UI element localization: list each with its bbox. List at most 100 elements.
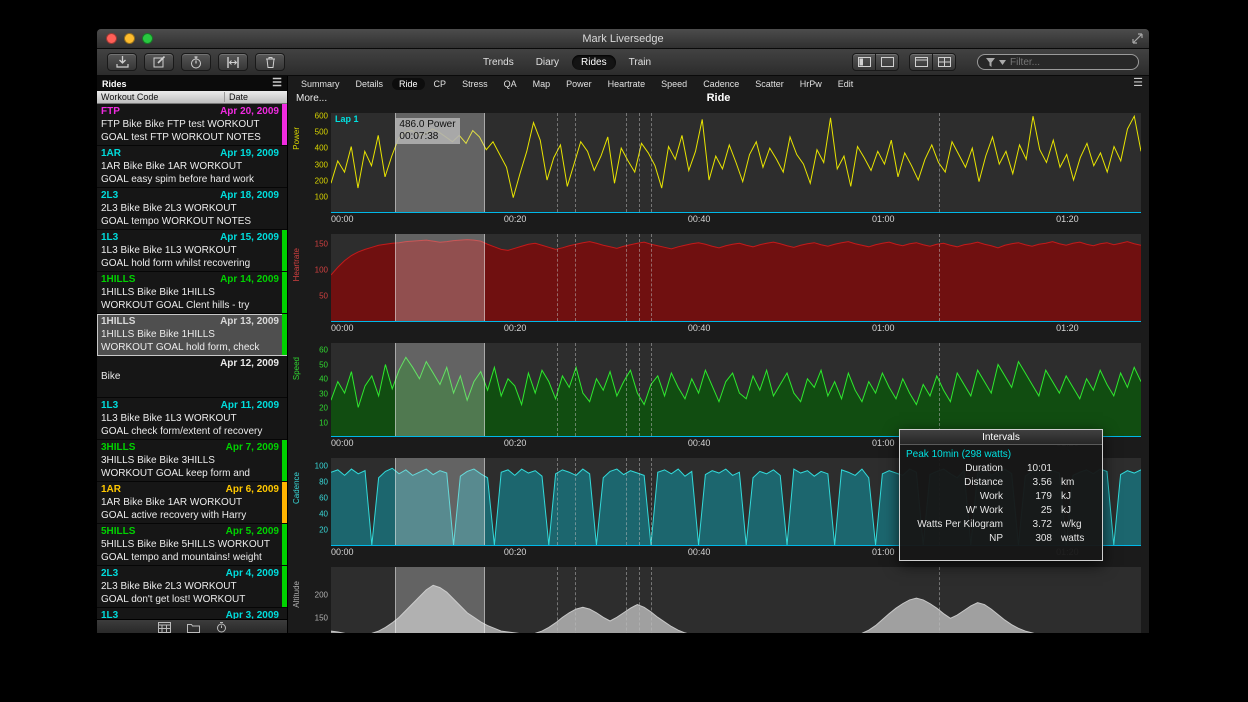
intervals-popup[interactable]: Intervals Peak 10min (298 watts) Duratio… (899, 429, 1103, 561)
workout-desc-line2: GOAL hold form whilst recovering (101, 257, 279, 270)
workout-item[interactable]: 2L3Apr 18, 20092L3 Bike Bike 2L3 WORKOUT… (97, 188, 287, 230)
download-button[interactable] (107, 53, 137, 71)
interval-marker (639, 113, 640, 212)
ride-tab-edit[interactable]: Edit (831, 78, 861, 90)
ride-tab-hrpw[interactable]: HrPw (793, 78, 829, 90)
workout-item[interactable]: 1ARApr 19, 20091AR Bike Bike 1AR WORKOUT… (97, 146, 287, 188)
ride-tab-details[interactable]: Details (349, 78, 391, 90)
workout-desc-line1: FTP Bike Bike FTP test WORKOUT (101, 118, 279, 131)
ride-tab-stress[interactable]: Stress (455, 78, 495, 90)
intervals-popup-title[interactable]: Intervals (900, 430, 1102, 445)
ride-tab-qa[interactable]: QA (497, 78, 524, 90)
ride-tab-heartrate[interactable]: Heartrate (601, 78, 653, 90)
folder-icon[interactable] (187, 623, 200, 633)
ride-tab-cadence[interactable]: Cadence (696, 78, 746, 90)
workout-item[interactable]: 1ARApr 6, 20091AR Bike Bike 1AR WORKOUTG… (97, 482, 287, 524)
stopwatch-icon[interactable] (216, 622, 227, 633)
view-tab-rides[interactable]: Rides (572, 55, 616, 70)
column-date[interactable]: Date (225, 92, 287, 102)
workout-item[interactable]: 5HILLSApr 5, 20095HILLS Bike Bike 5HILLS… (97, 524, 287, 566)
compose-button[interactable] (144, 53, 174, 71)
close-button[interactable] (106, 33, 117, 44)
chart-plot-power[interactable]: Lap 1486.0 Power00:07:38 (331, 113, 1141, 213)
ride-tab-cp[interactable]: CP (427, 78, 454, 90)
ride-menu-icon[interactable]: ☰ (1133, 78, 1143, 89)
stat-value: 3.72 (1010, 518, 1052, 532)
xaxis-label: 00:00 (331, 214, 354, 224)
workout-desc-line2: GOAL easy spim before hard work (101, 173, 279, 186)
stat-unit: kJ (1052, 504, 1098, 518)
workout-date: Apr 3, 2009 (226, 609, 279, 619)
filter-input[interactable] (1010, 57, 1130, 68)
workout-item-header: 1ARApr 6, 2009 (101, 483, 279, 496)
content: Rides ☰ Workout Code Date FTPApr 20, 200… (97, 76, 1149, 634)
workout-item-header: 1L3Apr 15, 2009 (101, 231, 279, 244)
view-tab-diary[interactable]: Diary (527, 55, 568, 70)
workout-item[interactable]: 1L3Apr 11, 20091L3 Bike Bike 1L3 WORKOUT… (97, 398, 287, 440)
workout-desc-line1: 2L3 Bike Bike 2L3 WORKOUT (101, 202, 279, 215)
workout-code: 5HILLS (101, 525, 135, 538)
ytick-label: 60 (319, 494, 328, 503)
ride-tab-speed[interactable]: Speed (654, 78, 694, 90)
workout-item[interactable]: 2L3Apr 4, 20092L3 Bike Bike 2L3 WORKOUTG… (97, 566, 287, 608)
columns-icon[interactable] (909, 53, 933, 71)
sidebar-menu-icon[interactable]: ☰ (272, 78, 282, 89)
selection-region[interactable] (395, 343, 484, 436)
filter-field[interactable] (977, 54, 1139, 70)
chart-yticks-cadence: 10080604020 (303, 458, 331, 546)
minimize-button[interactable] (124, 33, 135, 44)
interval-marker (639, 234, 640, 321)
ride-tab-scatter[interactable]: Scatter (748, 78, 791, 90)
workout-item-header: 2L3Apr 4, 2009 (101, 567, 279, 580)
ride-tab-power[interactable]: Power (559, 78, 599, 90)
chart-plot-wrap: 00:0000:2000:4001:0001:20 (331, 234, 1141, 335)
view-tab-train[interactable]: Train (620, 55, 660, 70)
calendar-icon[interactable] (158, 622, 171, 633)
selection-region[interactable] (395, 567, 484, 634)
workout-date: Apr 4, 2009 (226, 567, 279, 580)
workout-item-header: 5HILLSApr 5, 2009 (101, 525, 279, 538)
selection-region[interactable] (395, 234, 484, 321)
stat-label: W' Work (900, 504, 1010, 518)
workout-item[interactable]: 1HILLSApr 14, 20091HILLS Bike Bike 1HILL… (97, 272, 287, 314)
chart-plot-speed[interactable] (331, 343, 1141, 437)
ride-tab-ride[interactable]: Ride (392, 78, 425, 90)
workout-item[interactable]: Apr 12, 2009Bike (97, 356, 287, 398)
panel-left-icon[interactable] (852, 53, 876, 71)
workout-desc-line2: GOAL tempo WORKOUT NOTES (101, 215, 279, 228)
ride-tab-summary[interactable]: Summary (294, 78, 347, 90)
zoom-button[interactable] (142, 33, 153, 44)
sidebar-column-headers[interactable]: Workout Code Date (97, 91, 287, 104)
interval-marker (626, 458, 627, 545)
ride-tab-map[interactable]: Map (526, 78, 558, 90)
ytick-label: 20 (319, 404, 328, 413)
workout-desc-line1: Bike (101, 370, 279, 383)
view-tab-trends[interactable]: Trends (474, 55, 523, 70)
selection-region[interactable] (395, 458, 484, 545)
sidebar-title: Rides (102, 79, 127, 89)
column-workout-code[interactable]: Workout Code (97, 92, 225, 102)
chart-plot-heartrate[interactable] (331, 234, 1141, 322)
intervals-button[interactable] (218, 53, 248, 71)
workout-item[interactable]: FTPApr 20, 2009FTP Bike Bike FTP test WO… (97, 104, 287, 146)
interval-marker (639, 458, 640, 545)
ytick-label: 150 (315, 613, 328, 622)
panel-bottom-icon[interactable] (875, 53, 899, 71)
workout-item[interactable]: 1L3Apr 3, 2009 (97, 608, 287, 619)
ytick-label: 30 (319, 389, 328, 398)
titlebar[interactable]: Mark Liversedge (97, 29, 1149, 49)
workout-item[interactable]: 1HILLSApr 13, 20091HILLS Bike Bike 1HILL… (97, 314, 287, 356)
ride-color-strip (282, 482, 287, 523)
trash-button[interactable] (255, 53, 285, 71)
expand-icon[interactable] (1132, 33, 1143, 44)
stopwatch-button[interactable] (181, 53, 211, 71)
workout-item[interactable]: 3HILLSApr 7, 20093HILLS Bike Bike 3HILLS… (97, 440, 287, 482)
grid-icon[interactable] (932, 53, 956, 71)
interval-stat-row: Work179kJ (900, 490, 1102, 504)
chart-axis-title-altitude: Altitude (290, 567, 303, 634)
workout-desc-line2: WORKOUT GOAL hold form, check (101, 341, 279, 354)
workout-desc-line2: GOAL don't get lost! WORKOUT (101, 593, 279, 606)
workout-item[interactable]: 1L3Apr 15, 20091L3 Bike Bike 1L3 WORKOUT… (97, 230, 287, 272)
interval-marker (651, 343, 652, 436)
chart-plot-altitude[interactable] (331, 567, 1141, 634)
